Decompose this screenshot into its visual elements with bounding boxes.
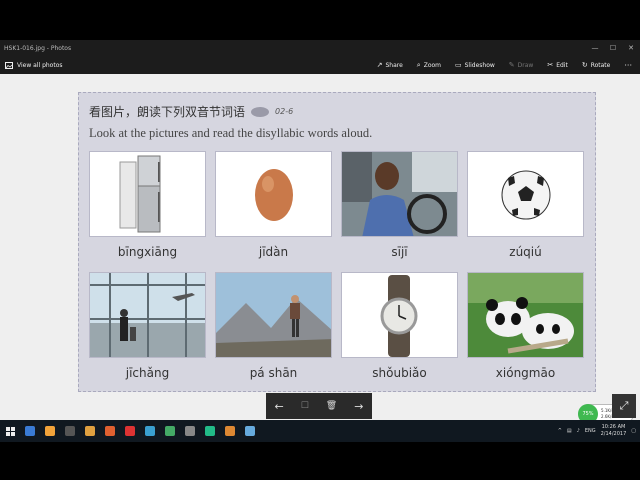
track-number: 02-6 [275,107,294,116]
letterbox-bottom [0,442,640,480]
wristwatch-picture [341,272,458,358]
close-button[interactable]: ✕ [622,44,640,52]
command-bar: View all photos ↗ Share ⌕ Zoom ▭ Slideshow ✎ Dr… [0,56,640,74]
chinese-title-text: 看图片，朗读下列双音节词语 [89,105,246,119]
audio-icon [251,106,270,117]
taskbar-app-icon[interactable] [220,420,240,442]
taskbar-app-icon[interactable] [200,420,220,442]
pinyin-caption: zúqiú [509,245,542,259]
title-bar: HSK1-016.jpg - Photos — ☐ ✕ [0,40,640,56]
photos-window: HSK1-016.jpg - Photos — ☐ ✕ View all pho… [0,40,640,420]
edit-button[interactable]: ✂ Edit [547,61,568,69]
draw-icon: ✎ [508,61,515,69]
usage-percent: 75% [578,404,598,420]
next-button[interactable]: → [354,400,363,413]
slideshow-button[interactable]: ▭ Slideshow [455,61,495,69]
share-icon: ↗ [376,61,383,69]
window-title: HSK1-016.jpg - Photos [4,44,72,52]
pinyin-caption: xióngmāo [495,366,556,380]
command-label: Draw [517,61,534,69]
delete-button[interactable]: 🗑 [326,401,337,411]
command-label: Edit [556,61,568,69]
network-icon[interactable]: ▤ [567,428,572,434]
zoom-button[interactable]: ⌕ Zoom [417,61,441,70]
tray-chevron-icon[interactable]: ^ [558,428,562,434]
view-all-label: View all photos [17,61,63,69]
taskbar-app-icon[interactable] [140,420,160,442]
draw-button[interactable]: ✎ Draw [509,61,534,69]
share-button[interactable]: ↗ Share [377,61,403,69]
system-tray: ^ ▤ ♪ ENG 10:26 AM 2/14/2017 ▢ [558,424,640,438]
taskbar-app-icon[interactable] [120,420,140,442]
command-label: Slideshow [464,61,495,69]
airport-picture [89,272,206,358]
action-center-icon[interactable]: ▢ [631,428,636,434]
photos-icon [5,61,13,69]
refrigerator-picture [89,151,206,237]
taskbar-app-icon[interactable] [160,420,180,442]
taskbar-app-icon[interactable] [80,420,100,442]
windows-icon [5,426,15,436]
letterbox-top [0,0,640,40]
date: 2/14/2017 [600,431,627,437]
clock[interactable]: 10:26 AM 2/14/2017 [601,424,627,438]
maximize-button[interactable]: ☐ [604,44,622,52]
driver-picture [341,151,458,237]
rotate-icon: ↻ [581,61,588,69]
edit-icon: ✂ [547,61,554,69]
time: 10:26 AM [601,424,626,430]
pinyin-caption: bīngxiāng [117,245,178,259]
view-all-photos-button[interactable]: View all photos [5,61,63,69]
soccer-ball-picture [467,151,584,237]
panda-picture [467,272,584,358]
taskbar-app-icon[interactable] [20,420,40,442]
language-indicator[interactable]: ENG [585,428,596,434]
volume-icon[interactable]: ♪ [577,428,580,434]
pinyin-caption: sījī [391,245,408,259]
taskbar-app-icon[interactable] [240,420,260,442]
english-instruction: Look at the pictures and read the disyll… [89,126,373,140]
zoom-icon: ⌕ [416,60,421,69]
command-label: Rotate [590,61,611,69]
rotate-button[interactable]: ↻ Rotate [582,61,611,69]
command-label: Zoom [423,61,441,69]
taskbar-app-icon[interactable] [180,420,200,442]
taskbar-app-icon[interactable] [40,420,60,442]
full-screen-button[interactable]: ⤢ [612,394,636,418]
taskbar-app-icon[interactable] [100,420,120,442]
textbook-page: 看图片，朗读下列双音节词语 02-6 Look at the pictures … [78,92,596,392]
expand-icon: ⤢ [619,399,629,412]
info-button[interactable]: ☐ [301,401,309,411]
start-button[interactable] [0,420,20,442]
egg-picture [215,151,332,237]
taskbar-app-icon[interactable] [60,420,80,442]
taskbar: ^ ▤ ♪ ENG 10:26 AM 2/14/2017 ▢ [0,420,640,442]
pinyin-caption: shǒubiǎo [372,366,427,380]
command-label: Share [385,61,403,69]
more-options-button[interactable]: ··· [624,61,632,70]
previous-button[interactable]: ← [275,400,284,413]
pinyin-caption: jīchǎng [125,366,170,380]
pinyin-caption: jīdàn [258,245,289,259]
photo-viewer[interactable]: 看图片，朗读下列双音节词语 02-6 Look at the pictures … [0,74,640,420]
slideshow-icon: ▭ [455,61,462,69]
hiker-picture [215,272,332,358]
chinese-instruction: 看图片，朗读下列双音节词语 02-6 [89,103,293,120]
floating-toolbar: ← ☐ 🗑 → [266,393,372,419]
minimize-button[interactable]: — [586,44,604,52]
pinyin-caption: pá shān [249,366,298,380]
